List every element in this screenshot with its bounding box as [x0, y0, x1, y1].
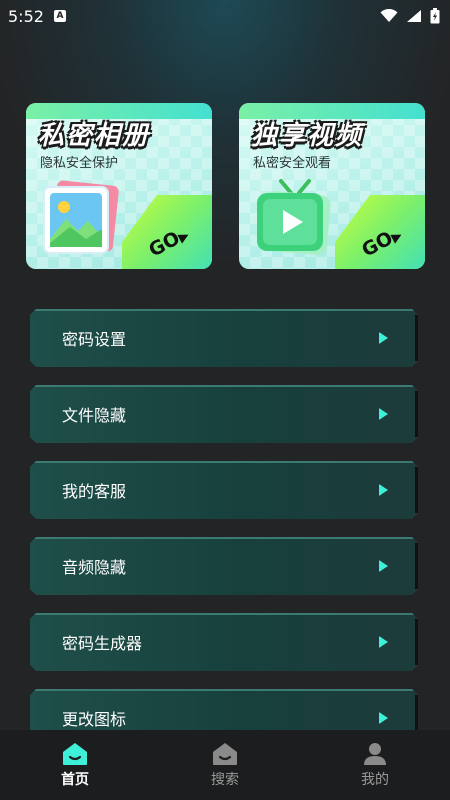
nav-tab-profile[interactable]: 我的 [300, 730, 450, 800]
bottom-nav: 首页 搜索 我的 [0, 730, 450, 800]
settings-menu: 密码设置 文件隐藏 我的客服 音频隐藏 密码生成器 更改图标 [30, 309, 418, 765]
exclusive-video-card[interactable]: 独享视频 私密安全观看 GO▶ [239, 103, 425, 269]
menu-item-label: 更改图标 [62, 710, 127, 729]
nav-label: 我的 [361, 771, 389, 788]
menu-item-customer-service[interactable]: 我的客服 [30, 461, 418, 519]
menu-item-password-generator[interactable]: 密码生成器 [30, 613, 418, 671]
menu-item-label: 我的客服 [62, 482, 127, 501]
nav-tab-search[interactable]: 搜索 [150, 730, 300, 800]
arrow-right-icon [379, 408, 388, 420]
menu-item-password-settings[interactable]: 密码设置 [30, 309, 418, 367]
home-icon [63, 742, 87, 765]
arrow-right-icon [379, 636, 388, 648]
nav-label: 搜索 [211, 771, 239, 788]
menu-item-audio-hide[interactable]: 音频隐藏 [30, 537, 418, 595]
card-subtitle: 隐私安全保护 [40, 156, 119, 171]
arrow-right-icon [379, 484, 388, 496]
private-album-card[interactable]: 私密相册 隐私安全保护 GO▶ [26, 103, 212, 269]
photo-album-icon [43, 180, 119, 254]
menu-item-label: 密码生成器 [62, 634, 143, 653]
arrow-right-icon [379, 712, 388, 724]
status-time: 5:52 [8, 6, 44, 26]
wifi-icon [380, 9, 398, 22]
card-title: 独享视频 [251, 121, 364, 151]
menu-item-label: 密码设置 [62, 330, 127, 349]
signal-icon [407, 10, 421, 22]
tv-video-icon [257, 179, 331, 255]
card-title: 私密相册 [38, 121, 151, 151]
arrow-right-icon [379, 332, 388, 344]
nav-label: 首页 [61, 771, 89, 788]
arrow-right-icon [379, 560, 388, 572]
menu-item-label: 音频隐藏 [62, 558, 127, 577]
status-bar: 5:52 A [0, 0, 450, 32]
battery-icon [430, 8, 440, 24]
search-house-icon [213, 742, 237, 765]
menu-item-label: 文件隐藏 [62, 406, 127, 425]
a-icon: A [53, 10, 66, 22]
status-icons [380, 8, 440, 24]
user-icon [364, 742, 386, 765]
menu-item-file-hide[interactable]: 文件隐藏 [30, 385, 418, 443]
nav-tab-home[interactable]: 首页 [0, 730, 150, 800]
card-subtitle: 私密安全观看 [253, 156, 332, 171]
